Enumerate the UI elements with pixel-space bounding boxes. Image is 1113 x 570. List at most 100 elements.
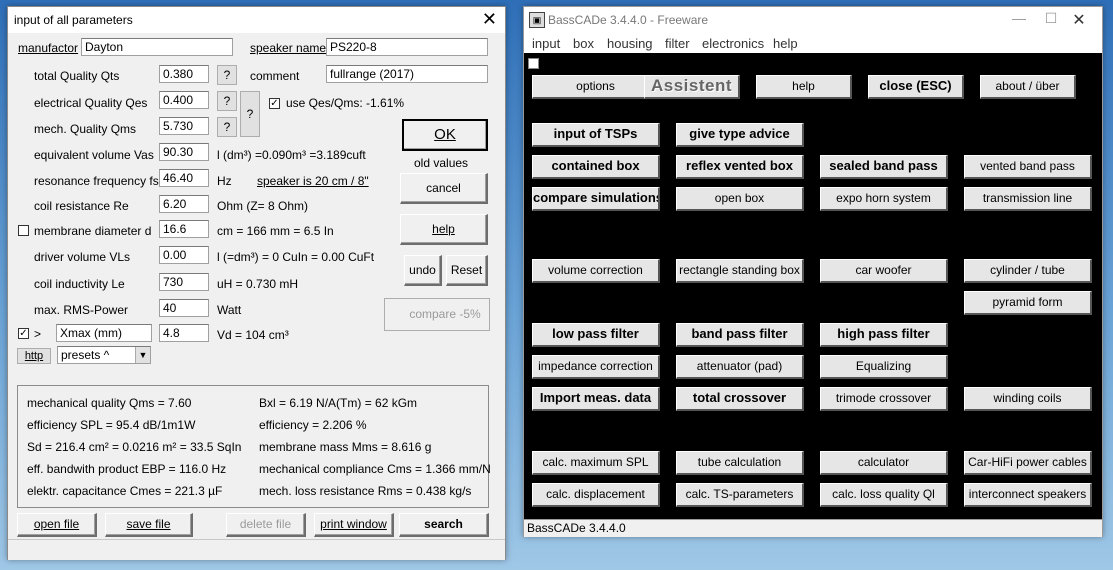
qms-input[interactable]: 5.730 <box>159 117 209 135</box>
reset-button[interactable]: Reset <box>446 255 488 286</box>
calc-max-spl-button[interactable]: calc. maximum SPL <box>532 451 660 475</box>
options-button[interactable]: options <box>532 75 660 99</box>
volume-correction-button[interactable]: volume correction <box>532 259 660 283</box>
carhifi-cables-button[interactable]: Car-HiFi power cables <box>964 451 1092 475</box>
qes-qms-help-button[interactable]: ? <box>240 91 260 137</box>
input-tsps-button[interactable]: input of TSPs <box>532 123 660 147</box>
small-checkbox[interactable] <box>528 58 539 69</box>
qes-input[interactable]: 0.400 <box>159 91 209 109</box>
le-input[interactable]: 730 <box>159 273 209 291</box>
calc-loss-quality-button[interactable]: calc. loss quality Ql <box>820 483 948 507</box>
low-pass-filter-button[interactable]: low pass filter <box>532 323 660 347</box>
basscade-window: ▣ BassCADe 3.4.4.0 - Freeware — ☐ ✕ inpu… <box>523 6 1103 537</box>
help-button[interactable]: help <box>400 214 488 245</box>
about-button[interactable]: about / über <box>980 75 1076 99</box>
help-button[interactable]: help <box>756 75 852 99</box>
membrane-diameter-checkbox[interactable] <box>18 225 29 236</box>
calc-ts-parameters-button[interactable]: calc. TS-parameters <box>676 483 804 507</box>
contained-box-button[interactable]: contained box <box>532 155 660 179</box>
vls-label: driver volume VLs <box>34 250 131 264</box>
qts-help-button[interactable]: ? <box>217 65 237 85</box>
result-mms: membrane mass Mms = 8.616 g <box>259 440 432 454</box>
import-meas-data-button[interactable]: Import meas. data <box>532 387 660 411</box>
minimize-icon[interactable]: — <box>1004 10 1034 26</box>
search-speaker-button[interactable]: search speaker <box>399 513 489 552</box>
compare-simulations-button[interactable]: compare simulations <box>532 187 660 211</box>
xmax-checkbox[interactable]: ✓ <box>18 328 29 339</box>
le-unit: uH = 0.730 mH <box>217 277 299 291</box>
sealed-band-pass-button[interactable]: sealed band pass <box>820 155 948 179</box>
calculator-button[interactable]: calculator <box>820 451 948 475</box>
manufactor-input[interactable]: Dayton <box>81 38 233 56</box>
compare-button[interactable]: compare -5% <box>384 298 490 331</box>
menu-electronics[interactable]: electronics <box>702 36 764 51</box>
parameter-dialog: input of all parameters ✕ manufactor Day… <box>7 6 506 560</box>
trimode-crossover-button[interactable]: trimode crossover <box>820 387 948 411</box>
menu-filter[interactable]: filter <box>665 36 690 51</box>
calc-displacement-button[interactable]: calc. displacement <box>532 483 660 507</box>
menu-housing[interactable]: housing <box>607 36 653 51</box>
qms-help-button[interactable]: ? <box>217 117 237 137</box>
qts-input[interactable]: 0.380 <box>159 65 209 83</box>
reflex-box-button[interactable]: reflex vented box <box>676 155 804 179</box>
car-woofer-button[interactable]: car woofer <box>820 259 948 283</box>
vas-input[interactable]: 90.30 <box>159 143 209 161</box>
total-crossover-button[interactable]: total crossover <box>676 387 804 411</box>
speaker-name-input[interactable]: PS220-8 <box>326 38 488 56</box>
close-icon[interactable]: ✕ <box>1064 10 1094 30</box>
result-qms: mechanical quality Qms = 7.60 <box>27 396 192 410</box>
speaker-size-link[interactable]: speaker is 20 cm / 8" <box>257 174 369 188</box>
d-unit: cm = 166 mm = 6.5 In <box>217 224 334 238</box>
print-window-button[interactable]: print window <box>314 513 394 537</box>
type-advice-button[interactable]: give type advice <box>676 123 804 147</box>
close-icon[interactable]: ✕ <box>482 10 497 28</box>
qes-help-button[interactable]: ? <box>217 91 237 111</box>
use-qes-qms-checkbox[interactable]: ✓ <box>269 98 280 109</box>
delete-file-button[interactable]: delete file <box>226 513 306 537</box>
xmax-input[interactable]: 4.8 <box>159 324 209 342</box>
fs-input[interactable]: 46.40 <box>159 169 209 187</box>
vas-label: equivalent volume Vas <box>34 148 154 162</box>
vls-unit: l (=dm³) = 0 CuIn = 0.00 CuFt <box>217 250 375 264</box>
interconnect-speakers-button[interactable]: interconnect speakers <box>964 483 1092 507</box>
chevron-down-icon[interactable]: ▼ <box>135 347 150 363</box>
vented-band-pass-button[interactable]: vented band pass <box>964 155 1092 179</box>
ok-button[interactable]: OK <box>402 119 488 151</box>
rectangle-box-button[interactable]: rectangle standing box <box>676 259 804 283</box>
high-pass-filter-button[interactable]: high pass filter <box>820 323 948 347</box>
open-box-button[interactable]: open box <box>676 187 804 211</box>
menubar: input box housing filter electronics hel… <box>524 33 1102 53</box>
http-button[interactable]: http <box>17 348 51 364</box>
tube-calculation-button[interactable]: tube calculation <box>676 451 804 475</box>
impedance-correction-button[interactable]: impedance correction <box>532 355 660 379</box>
cancel-button[interactable]: cancel <box>400 173 488 204</box>
pyramid-form-button[interactable]: pyramid form <box>964 291 1092 315</box>
re-input[interactable]: 6.20 <box>159 195 209 213</box>
result-bxl: Bxl = 6.19 N/A(Tm) = 62 kGm <box>259 396 418 410</box>
menu-input[interactable]: input <box>532 36 560 51</box>
band-pass-filter-button[interactable]: band pass filter <box>676 323 804 347</box>
undo-button[interactable]: undo <box>404 255 442 286</box>
presets-select[interactable]: presets ^ ▼ <box>57 346 151 364</box>
save-file-button[interactable]: save file <box>105 513 193 537</box>
d-input[interactable]: 16.6 <box>159 220 209 238</box>
equalizing-button[interactable]: Equalizing <box>820 355 948 379</box>
attenuator-button[interactable]: attenuator (pad) <box>676 355 804 379</box>
assistent-button[interactable]: Assistent <box>644 75 740 99</box>
comment-input[interactable]: fullrange (2017) <box>326 65 488 83</box>
rms-input[interactable]: 40 <box>159 299 209 317</box>
menu-box[interactable]: box <box>573 36 594 51</box>
transmission-line-button[interactable]: transmission line <box>964 187 1092 211</box>
dialog-titlebar: input of all parameters ✕ <box>8 7 505 33</box>
cylinder-tube-button[interactable]: cylinder / tube <box>964 259 1092 283</box>
expo-horn-button[interactable]: expo horn system <box>820 187 948 211</box>
vls-input[interactable]: 0.00 <box>159 246 209 264</box>
open-file-button[interactable]: open file <box>17 513 97 537</box>
xmax-select[interactable]: Xmax (mm) <box>56 324 152 342</box>
winding-coils-button[interactable]: winding coils <box>964 387 1092 411</box>
menu-help[interactable]: help <box>773 36 798 51</box>
close-esc-button[interactable]: close (ESC) <box>868 75 964 99</box>
maximize-icon[interactable]: ☐ <box>1036 10 1066 27</box>
arrow-label: > <box>34 327 42 341</box>
qes-label: electrical Quality Qes <box>34 96 148 110</box>
